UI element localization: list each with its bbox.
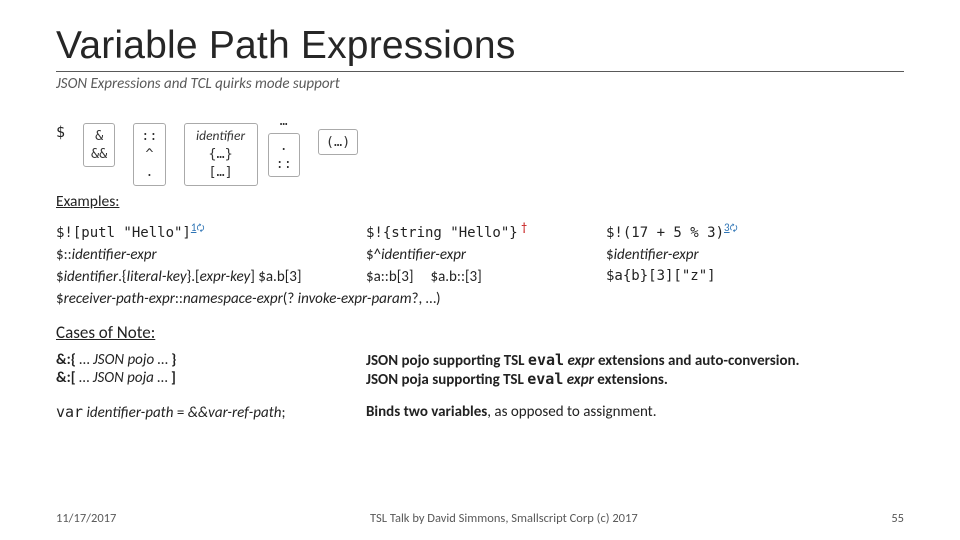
syntax-amp: & — [95, 127, 103, 145]
syntax-dot: . — [145, 163, 153, 181]
example-1b: $!{string "Hello"} † — [366, 221, 596, 242]
title-rule — [56, 71, 904, 72]
syntax-dollar: $ — [56, 123, 65, 141]
syntax-brackets: […] — [208, 163, 232, 181]
dagger-icon: † — [521, 221, 527, 235]
slide-title: Variable Path Expressions — [56, 24, 904, 68]
syntax-col-scope: :: ^ . — [133, 123, 165, 186]
example-1c-code: $!(17 + 5 % 3) — [606, 225, 724, 241]
syntax-identifier: identifier — [196, 127, 245, 145]
example-2c: $identifier-expr — [606, 246, 904, 264]
example-row-2: $::identifier-expr $^identifier-expr $id… — [56, 246, 904, 264]
syntax-sep-cc: :: — [276, 155, 292, 173]
example-2a: $::identifier-expr — [56, 246, 356, 264]
note2-left: var identifier-path = &&var-ref-path; — [56, 403, 356, 422]
syntax-ampamp: && — [91, 145, 107, 163]
syntax-coloncolon: :: — [141, 127, 157, 145]
footer-date: 11/17/2017 — [56, 511, 116, 526]
example-1a: $![putl "Hello"]1🗘 — [56, 221, 356, 242]
footnote-1: 1🗘 — [191, 221, 205, 234]
note1-left: &:{ … JSON pojo … } &:[ … JSON poja … ] — [56, 351, 356, 389]
slide-footer: 11/17/2017 TSL Talk by David Simmons, Sm… — [0, 511, 960, 526]
note-row-2: var identifier-path = &&var-ref-path; Bi… — [56, 403, 904, 422]
refresh-icon: 🗘 — [196, 221, 204, 237]
syntax-col-ref: & && — [83, 123, 115, 167]
example-3b: $a::b[3] $a.b::[3] — [366, 268, 596, 286]
syntax-caret: ^ — [145, 145, 153, 163]
syntax-diagram: $ & && :: ^ . identifier {…} […] … . :: … — [56, 123, 904, 186]
example-row-1: $![putl "Hello"]1🗘 $!{string "Hello"} † … — [56, 221, 904, 242]
refresh-icon: 🗘 — [730, 221, 738, 237]
note2-right: Binds two variables, as opposed to assig… — [366, 403, 904, 422]
slide-subtitle: JSON Expressions and TCL quirks mode sup… — [56, 75, 904, 93]
footnote-3: 3🗘 — [724, 221, 738, 234]
syntax-col-ident: identifier {…} […] — [184, 123, 258, 186]
example-1c: $!(17 + 5 % 3)3🗘 — [606, 221, 904, 242]
example-3c: $a{b}[3]["z"] — [606, 268, 904, 286]
syntax-braces: {…} — [208, 145, 232, 163]
syntax-col-sep: … . :: — [268, 123, 300, 177]
examples-heading: Examples: — [56, 192, 904, 211]
cases-heading: Cases of Note: — [56, 322, 904, 343]
syntax-sep-dot: . — [280, 137, 288, 155]
syntax-invoke: (…) — [318, 129, 358, 155]
note-row-1: &:{ … JSON pojo … } &:[ … JSON poja … ] … — [56, 351, 904, 389]
footer-center: TSL Talk by David Simmons, Smallscript C… — [370, 511, 638, 526]
example-1a-code: $![putl "Hello"] — [56, 225, 191, 241]
example-1b-code: $!{string "Hello"} — [366, 225, 518, 241]
receiver-line: $receiver-path-expr::namespace-expr(? in… — [56, 290, 904, 308]
example-2b: $^identifier-expr — [366, 246, 596, 264]
syntax-sep-box: . :: — [268, 133, 300, 177]
syntax-ellipsis: … — [280, 113, 288, 131]
footer-page-number: 55 — [891, 511, 904, 526]
note1-right: JSON pojo supporting TSL eval expr exten… — [366, 351, 904, 389]
example-3a: $identifier.{literal-key}.[expr-key] $a.… — [56, 268, 356, 286]
example-row-3: $identifier.{literal-key}.[expr-key] $a.… — [56, 268, 904, 286]
